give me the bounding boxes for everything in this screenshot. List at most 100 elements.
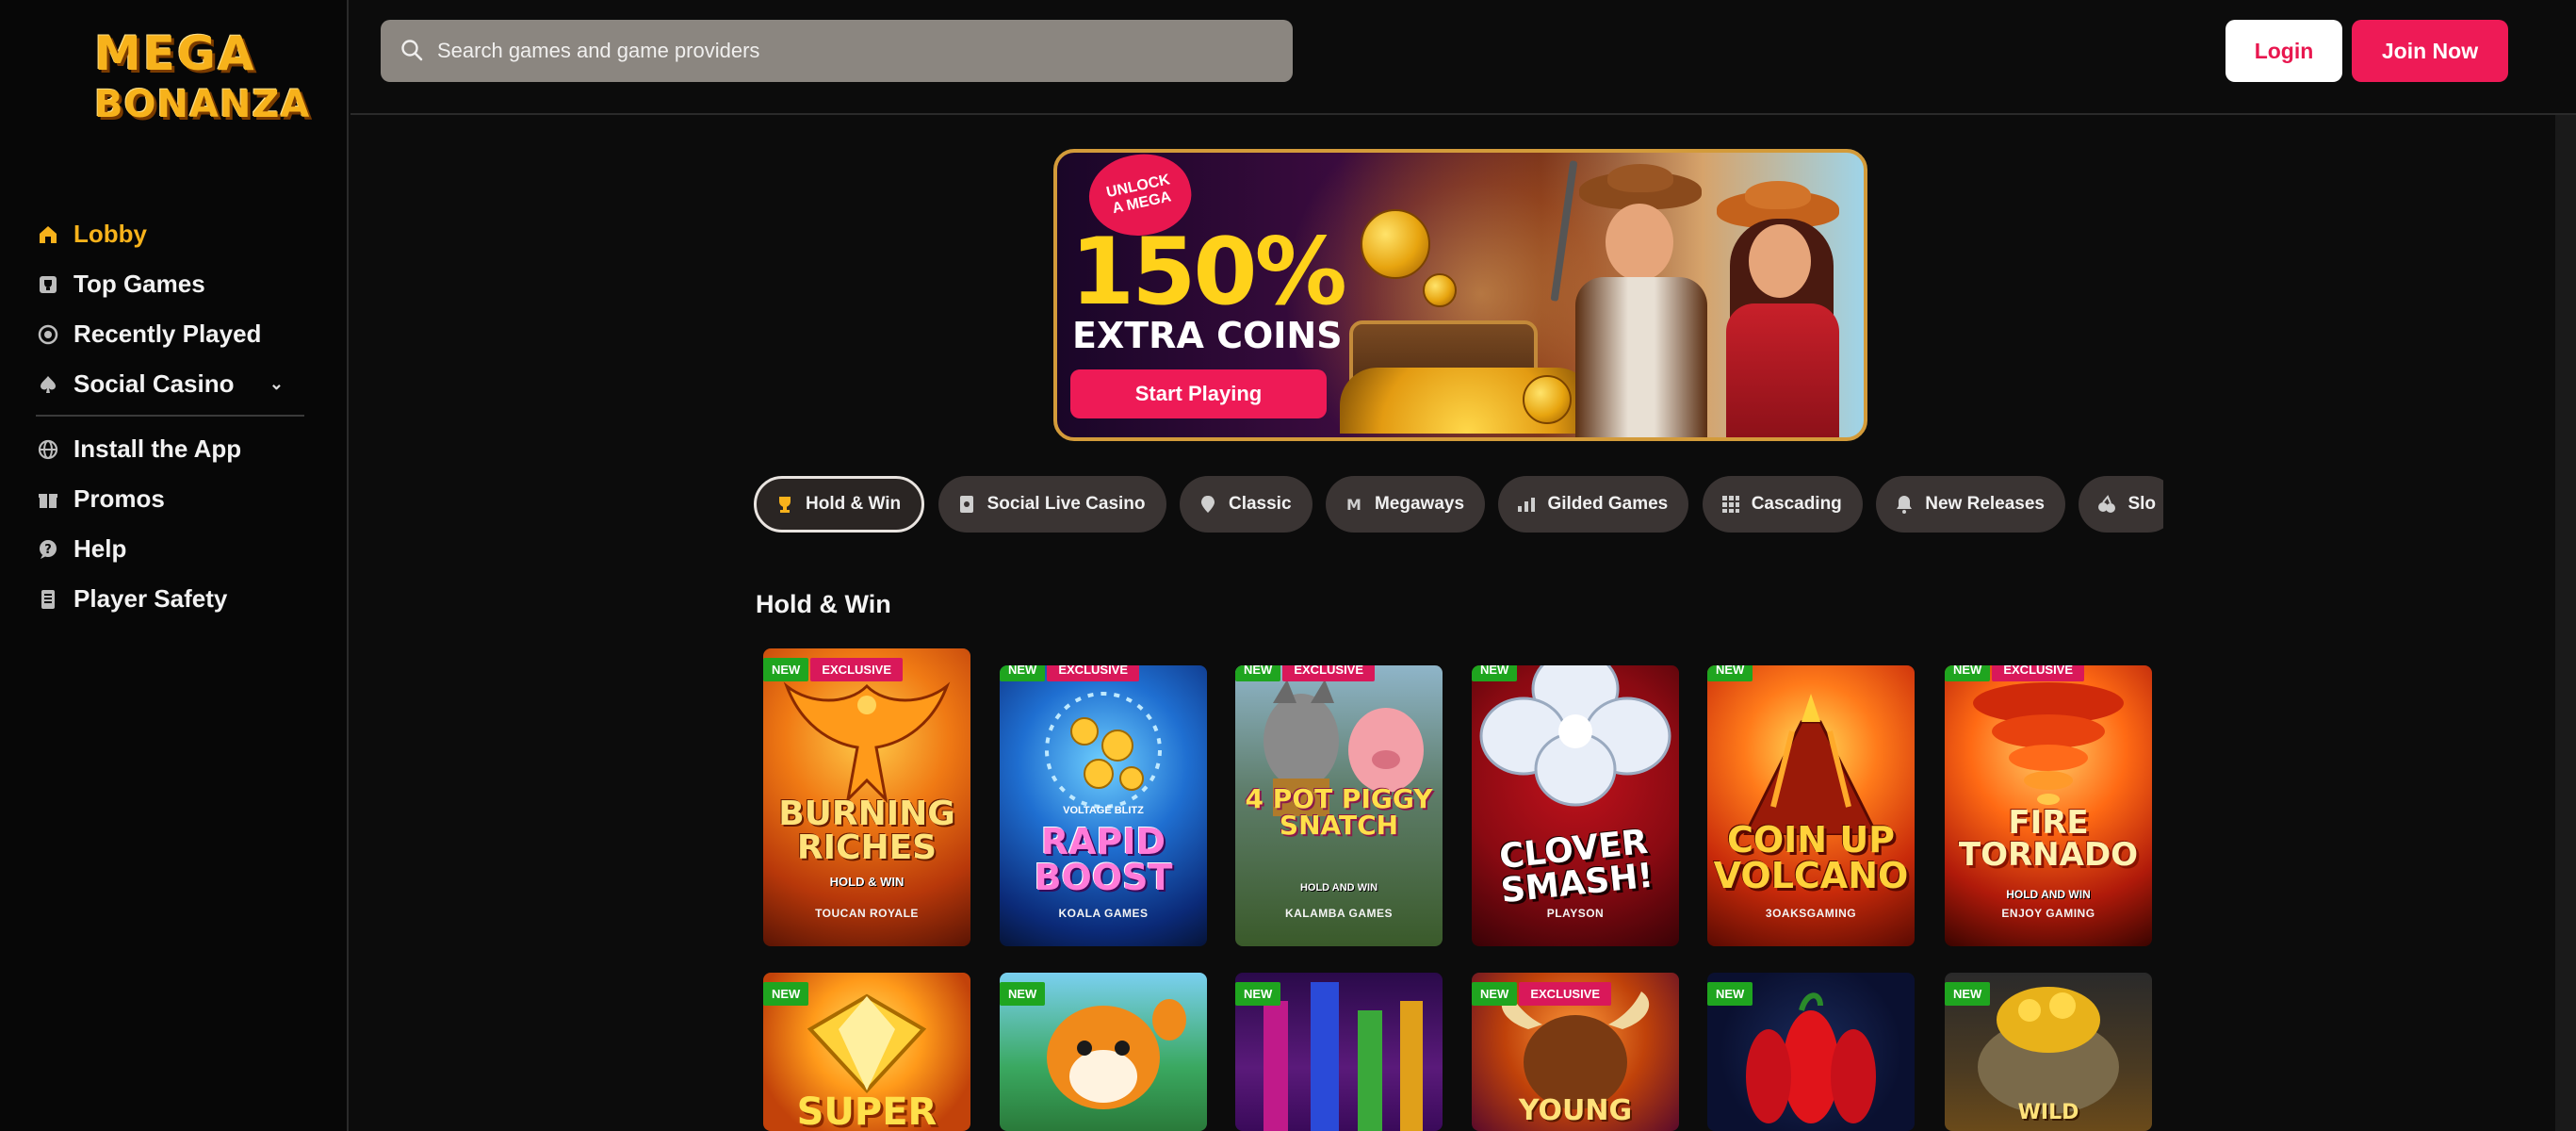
svg-text:M: M [1346, 496, 1361, 513]
game-badges: NEW [1945, 982, 1991, 1006]
megaways-icon: M [1345, 495, 1363, 514]
tab-classic[interactable]: Classic [1179, 476, 1312, 533]
sidebar-item-recently-played[interactable]: Recently Played [36, 309, 304, 359]
trophy-icon [36, 272, 60, 297]
tab-social-live-casino[interactable]: Social Live Casino [937, 476, 1166, 533]
game-badges: NEW [1235, 982, 1281, 1006]
sidebar: MEGA BONANZA Lobby Top Games Recently Pl… [0, 0, 349, 1131]
game-subtitle: HOLD AND WIN [2006, 888, 2091, 901]
category-tabs: Hold & Win Social Live Casino Classic M … [754, 476, 2163, 536]
sidebar-item-player-safety[interactable]: Player Safety [36, 574, 304, 624]
promo-banner[interactable]: UNLOCK A MEGA 150% EXTRA COINS Start Pla… [1053, 149, 1867, 441]
exclusive-badge: EXCLUSIVE [1047, 665, 1140, 681]
help-icon: ? [36, 537, 60, 562]
sidebar-item-lobby[interactable]: Lobby [36, 209, 304, 259]
sidebar-divider [36, 415, 304, 417]
chart-icon [1517, 495, 1536, 514]
search-icon [399, 38, 426, 64]
game-tile-wild[interactable]: NEW WILD [1945, 973, 2152, 1131]
document-icon [36, 587, 60, 612]
game-tile-4-pot-piggy-snatch[interactable]: NEW EXCLUSIVE 4 POT PIGGY SNATCH HOLD AND… [1235, 665, 1443, 946]
game-tile-young[interactable]: NEW EXCLUSIVE YOUNG [1472, 973, 1679, 1131]
game-badges: NEW [763, 982, 809, 1006]
sidebar-item-top-games[interactable]: Top Games [36, 259, 304, 309]
sidebar-item-label: Recently Played [73, 320, 262, 348]
search-input[interactable] [437, 39, 1266, 63]
game-badges: NEW [1000, 982, 1046, 1006]
mega-bonanza-logo[interactable]: MEGA BONANZA [94, 26, 311, 139]
start-playing-button[interactable]: Start Playing [1070, 369, 1327, 418]
game-tile-clover-smash[interactable]: NEW CLOVER SMASH! PLAYSON [1472, 665, 1679, 946]
home-icon [36, 222, 60, 247]
chevron-down-icon[interactable]: ⌄ [269, 374, 284, 394]
join-now-button[interactable]: Join Now [2352, 20, 2508, 82]
coin-icon [1523, 375, 1572, 424]
game-badges: NEW [1707, 665, 1753, 681]
sidebar-item-social-casino[interactable]: Social Casino ⌄ [36, 359, 304, 409]
game-badges: NEW EXCLUSIVE [1945, 665, 2085, 681]
tab-gilded-games[interactable]: Gilded Games [1498, 476, 1689, 533]
new-badge: NEW [1945, 982, 1991, 1006]
trophy-icon [775, 495, 794, 514]
game-provider: ENJOY GAMING [2001, 907, 2095, 920]
new-badge: NEW [1472, 665, 1518, 681]
tab-slots[interactable]: Slo [2079, 476, 2163, 533]
volcano-icon [1743, 694, 1879, 835]
game-tile-tiger[interactable]: NEW [1000, 973, 1207, 1131]
sidebar-nav: Lobby Top Games Recently Played Social C… [36, 209, 304, 624]
game-tile-fire-tornado[interactable]: NEW EXCLUSIVE FIRE TORNADO HOLD AND WIN E… [1945, 665, 2152, 946]
new-badge: NEW [1235, 665, 1281, 681]
tab-label: Hold & Win [806, 494, 902, 514]
game-title: FIRE TORNADO [1958, 804, 2139, 874]
banner-subline: EXTRA COINS [1072, 315, 1343, 356]
sidebar-item-label: Install the App [73, 434, 242, 463]
sidebar-item-label: Promos [73, 484, 165, 513]
game-badges: NEW EXCLUSIVE [763, 658, 904, 681]
tab-new-releases[interactable]: New Releases [1876, 476, 2065, 533]
cards-icon [957, 495, 976, 514]
login-button[interactable]: Login [2225, 20, 2342, 82]
exclusive-badge: EXCLUSIVE [1282, 665, 1376, 681]
new-badge: NEW [1000, 982, 1046, 1006]
top-header: Login Join Now [351, 0, 2576, 115]
history-icon [36, 322, 60, 347]
game-title: COIN UP VOLCANO [1713, 819, 1909, 896]
gift-icon [36, 487, 60, 512]
logo-line2: BONANZA [94, 83, 311, 126]
tiger-icon [1047, 999, 1186, 1109]
new-badge: NEW [1235, 982, 1281, 1006]
game-tile-super[interactable]: NEW SUPER [763, 973, 970, 1131]
section-title: Hold & Win [756, 590, 891, 618]
sidebar-item-promos[interactable]: Promos [36, 474, 304, 524]
game-title: BURNING RICHES [778, 795, 955, 867]
game-tile-coin-up-volcano[interactable]: NEW COIN UP VOLCANO 3OAKSGAMING [1707, 665, 1915, 946]
page-scrollbar[interactable] [2555, 115, 2576, 1131]
exclusive-badge: EXCLUSIVE [1519, 982, 1612, 1006]
tab-label: Cascading [1751, 494, 1842, 514]
sidebar-item-label: Top Games [73, 270, 205, 298]
search-bar[interactable] [381, 20, 1293, 82]
diamond-icon [1198, 495, 1217, 514]
coin-icon [1361, 209, 1430, 279]
crystal-clover-icon [1479, 665, 1671, 807]
game-tile-chili[interactable]: NEW [1707, 973, 1915, 1131]
tab-label: Megaways [1374, 494, 1465, 514]
game-title: YOUNG [1518, 1094, 1633, 1127]
tab-cascading[interactable]: Cascading [1702, 476, 1863, 533]
exclusive-badge: EXCLUSIVE [810, 658, 904, 681]
tab-hold-and-win[interactable]: Hold & Win [754, 476, 925, 533]
game-subtitle: VOLTAGE BLITZ [1063, 805, 1144, 816]
game-tile-fireworks[interactable]: NEW [1235, 973, 1443, 1131]
new-badge: NEW [1472, 982, 1518, 1006]
sidebar-item-install-app[interactable]: Install the App [36, 424, 304, 474]
game-provider: KALAMBA GAMES [1284, 907, 1394, 920]
exclusive-badge: EXCLUSIVE [1992, 665, 2085, 681]
tab-label: Gilded Games [1547, 494, 1669, 514]
sidebar-item-help[interactable]: ? Help [36, 524, 304, 574]
tab-megaways[interactable]: M Megaways [1325, 476, 1486, 533]
game-badges: NEW [1472, 665, 1518, 681]
tab-label: Classic [1228, 494, 1292, 514]
gem-icon [807, 993, 927, 1093]
game-tile-burning-riches[interactable]: NEW EXCLUSIVE BURNING RICHES HOLD & WIN T… [763, 648, 970, 946]
game-tile-rapid-boost[interactable]: NEW EXCLUSIVE VOLTAGE BLITZ RAPID BOOST K… [1000, 665, 1207, 946]
